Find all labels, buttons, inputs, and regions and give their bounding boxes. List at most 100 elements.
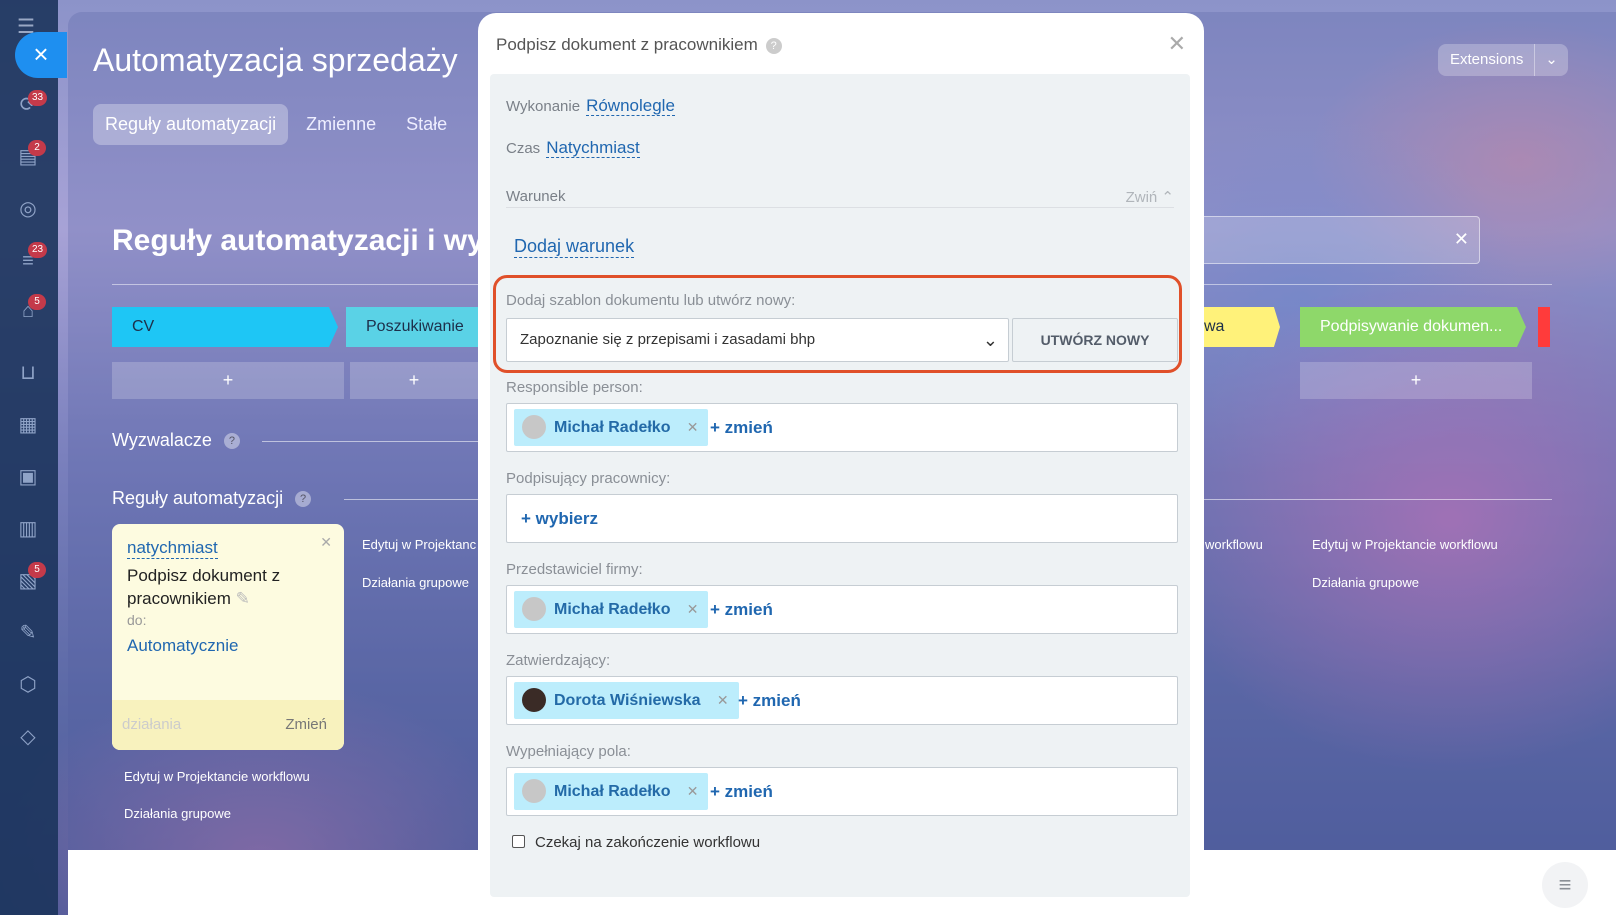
template-select[interactable]: Zapoznanie się z przepisami i zasadami b…	[506, 318, 1009, 362]
tab-variables[interactable]: Zmienne	[294, 104, 388, 145]
rule-actions[interactable]: działania	[122, 716, 181, 733]
dialog-title: Podpisz dokument z pracownikiem?	[496, 35, 782, 55]
page-title: Automatyzacja sprzedaży	[93, 42, 458, 78]
user-chip[interactable]: Michał Radełko ✕	[514, 409, 709, 446]
panel-footer	[68, 850, 478, 915]
change-link[interactable]: + zmień	[738, 682, 801, 719]
execution-label: Wykonanie	[506, 98, 581, 115]
create-new-button[interactable]: UTWÓRZ NOWY	[1012, 318, 1178, 362]
rule-to-value[interactable]: Automatycznie	[127, 636, 239, 656]
remove-icon[interactable]: ✕	[717, 682, 729, 719]
edit-in-designer-link[interactable]: Edytuj w Projektancie workflowu	[1312, 537, 1498, 552]
responsible-label: Responsible person:	[506, 379, 643, 396]
divider	[262, 441, 478, 442]
tab-rules[interactable]: Reguły automatyzacji	[93, 104, 289, 145]
company-rep-field[interactable]: Michał Radełko ✕ + zmień	[506, 585, 1178, 634]
wait-checkbox-row[interactable]: Czekaj na zakończenie workflowu	[512, 834, 760, 851]
template-label: Dodaj szablon dokumentu lub utwórz nowy:	[506, 292, 796, 309]
dialog-title-text: Podpisz dokument z pracownikiem	[496, 35, 758, 54]
stage-partial[interactable]: wa	[1204, 307, 1280, 347]
execution-value[interactable]: Równolegle	[586, 96, 675, 116]
group-actions-link[interactable]: Działania grupowe	[1312, 575, 1419, 590]
calendar-icon[interactable]: ▣	[15, 464, 41, 490]
badge: 5	[28, 562, 46, 578]
rule-timing-link[interactable]: natychmiast	[127, 538, 218, 559]
user-name: Michał Radełko	[554, 419, 671, 436]
edit-in-designer-link[interactable]: Edytuj w Projektancie workflowu	[124, 769, 310, 784]
badge: 23	[28, 242, 48, 258]
clear-icon[interactable]: ✕	[1454, 229, 1469, 250]
chart-icon[interactable]: ▥	[15, 516, 41, 542]
user-chip[interactable]: Michał Radełko ✕	[514, 591, 709, 628]
dialog-body: Wykonanie Równolegle Czas Natychmiast Waru…	[490, 74, 1190, 897]
extensions-button[interactable]: Extensions ⌄	[1438, 44, 1568, 76]
avatar	[522, 415, 546, 439]
chevron-down-icon[interactable]: ⌄	[1534, 44, 1568, 76]
user-chip[interactable]: Michał Radełko ✕	[514, 773, 709, 810]
stage-red[interactable]	[1538, 307, 1550, 347]
building-icon[interactable]: ▦	[15, 412, 41, 438]
chevron-up-icon: ⌃	[1161, 189, 1174, 206]
board-title: Reguły automatyzacji i wy	[112, 224, 484, 257]
user-name: Michał Radełko	[554, 783, 671, 800]
signers-field[interactable]: + wybierz	[506, 494, 1178, 543]
add-condition-link[interactable]: Dodaj warunek	[514, 236, 635, 258]
avatar	[522, 597, 546, 621]
filler-label: Wypełniający pola:	[506, 743, 631, 760]
rule-card-footer: działania Zmień	[112, 700, 344, 750]
add-rule-button[interactable]: +	[1300, 362, 1532, 399]
edit-in-designer-link[interactable]: workflowu	[1205, 537, 1263, 552]
approver-field[interactable]: Dorota Wiśniewska ✕ + zmień	[506, 676, 1178, 725]
time-value[interactable]: Natychmiast	[546, 138, 640, 158]
chevron-down-icon: ⌄	[982, 330, 998, 350]
wait-checkbox[interactable]	[512, 835, 525, 848]
wait-label: Czekaj na zakończenie workflowu	[535, 834, 761, 851]
rule-name-text: Podpisz dokument z pracownikiem	[127, 566, 281, 608]
badge: 33	[28, 90, 48, 106]
add-rule-button[interactable]: +	[112, 362, 344, 399]
group-actions-link[interactable]: Działania grupowe	[362, 575, 469, 590]
edit-pencil-icon[interactable]: ✎	[236, 589, 250, 608]
stage-cv[interactable]: CV	[112, 307, 338, 347]
group-actions-link[interactable]: Działania grupowe	[124, 806, 231, 821]
rule-change-link[interactable]: Zmień	[285, 716, 327, 733]
help-icon[interactable]: ?	[223, 433, 240, 450]
change-link[interactable]: + zmień	[710, 409, 773, 446]
responsible-field[interactable]: Michał Radełko ✕ + zmień	[506, 403, 1178, 452]
add-rule-button[interactable]: +	[350, 362, 478, 399]
remove-icon[interactable]: ✕	[320, 534, 332, 551]
tab-constants[interactable]: Stałe	[394, 104, 459, 145]
cube-icon[interactable]: ◇	[15, 724, 41, 750]
list-menu-icon[interactable]: ≡	[1542, 862, 1588, 908]
divider	[1204, 499, 1552, 500]
cart-icon[interactable]: ⊔	[15, 360, 41, 386]
choose-link[interactable]: + wybierz	[521, 500, 598, 537]
condition-label: Warunek	[506, 188, 566, 205]
close-icon[interactable]: ✕	[1168, 31, 1186, 57]
stage-signing[interactable]: Podpisywanie dokumen...	[1300, 307, 1526, 347]
change-link[interactable]: + zmień	[710, 773, 773, 810]
collapse-link[interactable]: Zwiń ⌃	[1126, 188, 1174, 206]
edit-in-designer-link[interactable]: Edytuj w Projektanc	[362, 537, 476, 552]
rule-card[interactable]: natychmiast ✕ Podpisz dokument z pracown…	[112, 524, 344, 750]
avatar	[522, 779, 546, 803]
target-icon[interactable]: ◎	[15, 196, 41, 222]
collapse-text: Zwiń	[1125, 189, 1158, 206]
help-icon[interactable]: ?	[765, 37, 782, 54]
extensions-label: Extensions	[1450, 51, 1524, 68]
user-chip[interactable]: Dorota Wiśniewska ✕	[514, 682, 739, 719]
remove-icon[interactable]: ✕	[687, 591, 699, 628]
avatar	[522, 688, 546, 712]
filler-field[interactable]: Michał Radełko ✕ + zmień	[506, 767, 1178, 816]
hexagon-icon[interactable]: ⬡	[15, 672, 41, 698]
remove-icon[interactable]: ✕	[687, 409, 699, 446]
stage-search[interactable]: Poszukiwanie	[346, 307, 486, 347]
signers-label: Podpisujący pracownicy:	[506, 470, 671, 487]
change-link[interactable]: + zmień	[710, 591, 773, 628]
close-panel-button[interactable]: ×	[15, 32, 67, 78]
remove-icon[interactable]: ✕	[687, 773, 699, 810]
triggers-label: Wyzwalacze?	[112, 430, 240, 451]
help-icon[interactable]: ?	[295, 491, 312, 508]
pen-icon[interactable]: ✎	[15, 620, 41, 646]
user-name: Michał Radełko	[554, 601, 671, 618]
